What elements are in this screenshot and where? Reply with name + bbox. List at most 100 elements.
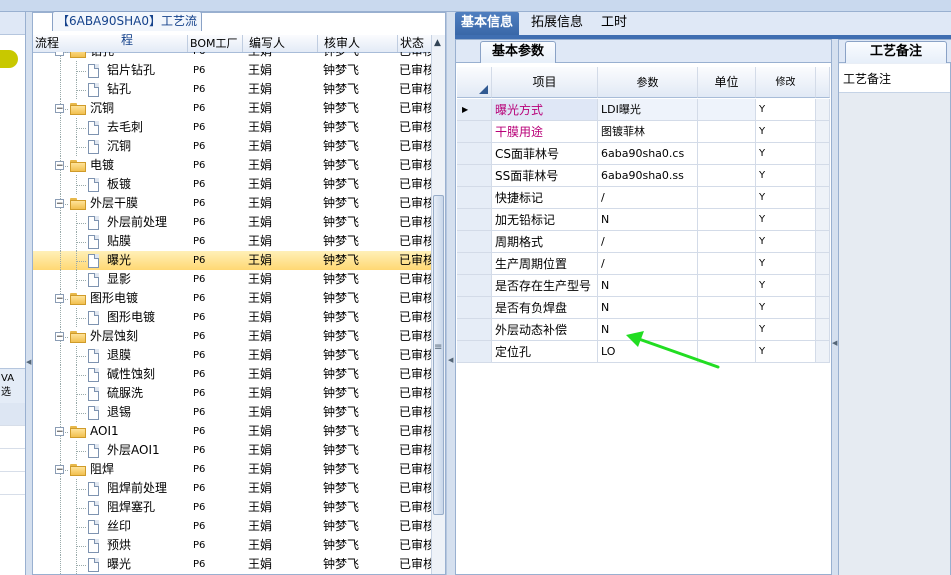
param-modify-flag[interactable]: Y xyxy=(756,253,816,275)
param-item-name[interactable]: 外层动态补偿 xyxy=(492,319,598,341)
param-unit[interactable] xyxy=(698,231,756,253)
param-value[interactable]: N xyxy=(598,209,698,231)
param-modify-flag[interactable]: Y xyxy=(756,275,816,297)
param-modify-flag[interactable]: Y xyxy=(756,143,816,165)
param-value[interactable]: N xyxy=(598,275,698,297)
param-row[interactable]: 干膜用途 图镀菲林 Y xyxy=(457,121,830,143)
param-row[interactable]: 是否存在生产型号 N Y xyxy=(457,275,830,297)
notes-text-area[interactable] xyxy=(839,93,950,575)
param-row[interactable]: CS面菲林号 6aba90sha0.cs Y xyxy=(457,143,830,165)
tree-folder-row[interactable]: − 电镀 P6 王娟 钟梦飞 已审核 xyxy=(33,156,431,175)
param-modify-flag[interactable]: Y xyxy=(756,209,816,231)
tree-folder-row[interactable]: − 外层蚀刻 P6 王娟 钟梦飞 已审核 xyxy=(33,327,431,346)
tree-step-row[interactable]: 铝片钻孔 P6 王娟 钟梦飞 已审核 xyxy=(33,61,431,80)
param-item-name[interactable]: 周期格式 xyxy=(492,231,598,253)
tree-step-row[interactable]: 曝光 P6 王娟 钟梦飞 已审核 xyxy=(33,251,431,270)
tab-work-hours[interactable]: 工时 xyxy=(595,12,633,35)
param-item-name[interactable]: 定位孔 xyxy=(492,341,598,363)
tree-step-row[interactable]: 退锡 P6 王娟 钟梦飞 已审核 xyxy=(33,403,431,422)
collapse-node-icon[interactable]: − xyxy=(55,294,64,304)
param-row[interactable]: 生产周期位置 / Y xyxy=(457,253,830,275)
column-header-param[interactable]: 参数 xyxy=(598,67,698,98)
tab-process-notes[interactable]: 工艺备注 xyxy=(845,41,947,63)
tree-step-row[interactable]: 去毛刺 P6 王娟 钟梦飞 已审核 xyxy=(33,118,431,137)
param-modify-flag[interactable]: Y xyxy=(756,165,816,187)
column-header-flow[interactable]: 流程 xyxy=(33,35,188,52)
param-item-name[interactable]: 是否有负焊盘 xyxy=(492,297,598,319)
tree-step-row[interactable]: 硫脲洗 P6 王娟 钟梦飞 已审核 xyxy=(33,384,431,403)
tree-scrollbar[interactable]: ▲ ≡ xyxy=(431,35,445,574)
param-value[interactable]: / xyxy=(598,187,698,209)
splitter-middle[interactable]: ◀ xyxy=(446,12,455,575)
tree-step-row[interactable]: 碱性蚀刻 P6 王娟 钟梦飞 已审核 xyxy=(33,365,431,384)
collapse-node-icon[interactable]: − xyxy=(55,427,64,437)
param-value[interactable]: / xyxy=(598,253,698,275)
tree-folder-row[interactable]: − 阻焊 P6 王娟 钟梦飞 已审核 xyxy=(33,460,431,479)
param-modify-flag[interactable]: Y xyxy=(756,99,816,121)
param-row[interactable]: 是否有负焊盘 N Y xyxy=(457,297,830,319)
tree-step-row[interactable]: 退膜 P6 王娟 钟梦飞 已审核 xyxy=(33,346,431,365)
param-item-name[interactable]: 生产周期位置 xyxy=(492,253,598,275)
param-unit[interactable] xyxy=(698,121,756,143)
param-value[interactable]: / xyxy=(598,231,698,253)
left-row[interactable] xyxy=(0,449,25,472)
left-row[interactable] xyxy=(0,403,25,426)
param-modify-flag[interactable]: Y xyxy=(756,121,816,143)
collapse-node-icon[interactable]: − xyxy=(55,161,64,171)
collapse-node-icon[interactable]: − xyxy=(55,332,64,342)
param-item-name[interactable]: 快捷标记 xyxy=(492,187,598,209)
left-row[interactable] xyxy=(0,426,25,449)
param-unit[interactable] xyxy=(698,99,756,121)
tree-step-row[interactable]: 阻焊塞孔 P6 王娟 钟梦飞 已审核 xyxy=(33,498,431,517)
scroll-thumb[interactable] xyxy=(433,195,444,515)
tree-step-row[interactable]: 外层前处理 P6 王娟 钟梦飞 已审核 xyxy=(33,213,431,232)
tree-folder-row[interactable]: − 外层干膜 P6 王娟 钟梦飞 已审核 xyxy=(33,194,431,213)
collapse-node-icon[interactable]: − xyxy=(55,52,64,57)
tree-step-row[interactable]: 预烘 P6 王娟 钟梦飞 已审核 xyxy=(33,536,431,555)
tab-basic-params[interactable]: 基本参数 xyxy=(480,41,556,63)
tree-step-row[interactable]: 曝光 P6 王娟 钟梦飞 已审核 xyxy=(33,555,431,574)
param-value[interactable]: 6aba90sha0.ss xyxy=(598,165,698,187)
left-row[interactable] xyxy=(0,472,25,495)
select-all-corner-icon[interactable] xyxy=(479,85,488,94)
column-header-unit[interactable]: 单位 xyxy=(698,67,756,98)
tree-step-row[interactable]: 沉铜 P6 王娟 钟梦飞 已审核 xyxy=(33,137,431,156)
tree-folder-row[interactable]: − 钻孔 P6 王娟钟梦飞已审核 xyxy=(33,52,431,61)
column-header-item[interactable]: 项目 xyxy=(492,67,598,98)
param-modify-flag[interactable]: Y xyxy=(756,319,816,341)
column-header-status[interactable]: 状态 xyxy=(398,35,431,52)
param-unit[interactable] xyxy=(698,209,756,231)
collapse-node-icon[interactable]: − xyxy=(55,465,64,475)
param-item-name[interactable]: 加无铅标记 xyxy=(492,209,598,231)
tree-step-row[interactable]: 图形电镀 P6 王娟 钟梦飞 已审核 xyxy=(33,308,431,327)
param-item-name[interactable]: 干膜用途 xyxy=(492,121,598,143)
param-unit[interactable] xyxy=(698,275,756,297)
param-row[interactable]: 周期格式 / Y xyxy=(457,231,830,253)
collapse-middle-icon[interactable]: ◀ xyxy=(448,356,453,364)
param-row[interactable]: 加无铅标记 N Y xyxy=(457,209,830,231)
param-value[interactable]: LDI曝光 xyxy=(598,99,698,121)
param-modify-flag[interactable]: Y xyxy=(756,187,816,209)
tree-step-row[interactable]: 丝印 P6 王娟 钟梦飞 已审核 xyxy=(33,517,431,536)
column-header-bom[interactable]: BOM工厂 xyxy=(188,35,243,52)
param-row[interactable]: ▶ 曝光方式 LDI曝光 Y xyxy=(457,99,830,121)
tree-step-row[interactable]: 外层AOI1 P6 王娟 钟梦飞 已审核 xyxy=(33,441,431,460)
status-pill[interactable] xyxy=(0,50,18,68)
param-modify-flag[interactable]: Y xyxy=(756,231,816,253)
collapse-node-icon[interactable]: − xyxy=(55,199,64,209)
collapse-right-icon[interactable]: ◀ xyxy=(832,339,837,347)
param-unit[interactable] xyxy=(698,297,756,319)
tree-folder-row[interactable]: − 图形电镀 P6 王娟 钟梦飞 已审核 xyxy=(33,289,431,308)
param-row[interactable]: SS面菲林号 6aba90sha0.ss Y xyxy=(457,165,830,187)
tab-basic-info[interactable]: 基本信息 xyxy=(455,12,520,35)
param-value[interactable]: 6aba90sha0.cs xyxy=(598,143,698,165)
param-row[interactable]: 快捷标记 / Y xyxy=(457,187,830,209)
param-unit[interactable] xyxy=(698,143,756,165)
tab-extended-info[interactable]: 拓展信息 xyxy=(525,12,589,35)
param-unit[interactable] xyxy=(698,165,756,187)
param-item-name[interactable]: 曝光方式 xyxy=(492,99,598,121)
param-modify-flag[interactable]: Y xyxy=(756,341,816,363)
tree-folder-row[interactable]: − AOI1 P6 王娟 钟梦飞 已审核 xyxy=(33,422,431,441)
tree-step-row[interactable]: 钻孔 P6 王娟 钟梦飞 已审核 xyxy=(33,80,431,99)
collapse-node-icon[interactable]: − xyxy=(55,104,64,114)
